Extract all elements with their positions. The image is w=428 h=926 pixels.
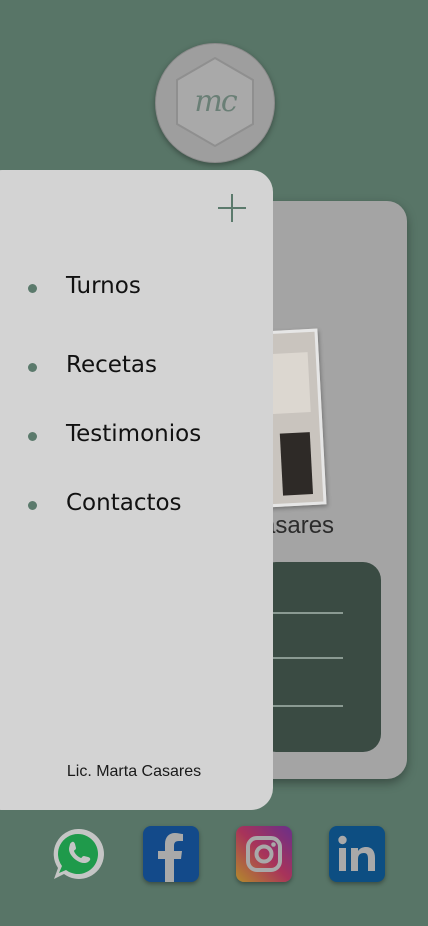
panel-divider bbox=[270, 705, 343, 707]
whatsapp-icon bbox=[53, 828, 104, 879]
panel-divider bbox=[270, 612, 343, 614]
menu-item-label: Contactos bbox=[66, 490, 182, 516]
linkedin-button[interactable] bbox=[329, 826, 385, 882]
facebook-icon bbox=[158, 833, 183, 882]
whatsapp-button[interactable] bbox=[50, 826, 106, 882]
bullet-icon bbox=[28, 284, 37, 293]
brand-logo[interactable]: mc bbox=[155, 43, 275, 163]
bullet-icon bbox=[28, 363, 37, 372]
menu-item-label: Recetas bbox=[66, 352, 157, 378]
instagram-icon bbox=[246, 836, 282, 872]
bullet-icon bbox=[28, 432, 37, 441]
menu-item-label: Turnos bbox=[66, 273, 141, 299]
menu-item-label: Testimonios bbox=[66, 421, 202, 447]
footer-name: Lic. Marta Casares bbox=[66, 763, 202, 780]
linkedin-icon bbox=[338, 835, 375, 871]
instagram-button[interactable] bbox=[236, 826, 292, 882]
facebook-button[interactable] bbox=[143, 826, 199, 882]
logo-monogram: mc bbox=[194, 84, 237, 119]
bullet-icon bbox=[28, 501, 37, 510]
close-menu-button[interactable] bbox=[214, 191, 250, 227]
panel-divider bbox=[270, 657, 343, 659]
